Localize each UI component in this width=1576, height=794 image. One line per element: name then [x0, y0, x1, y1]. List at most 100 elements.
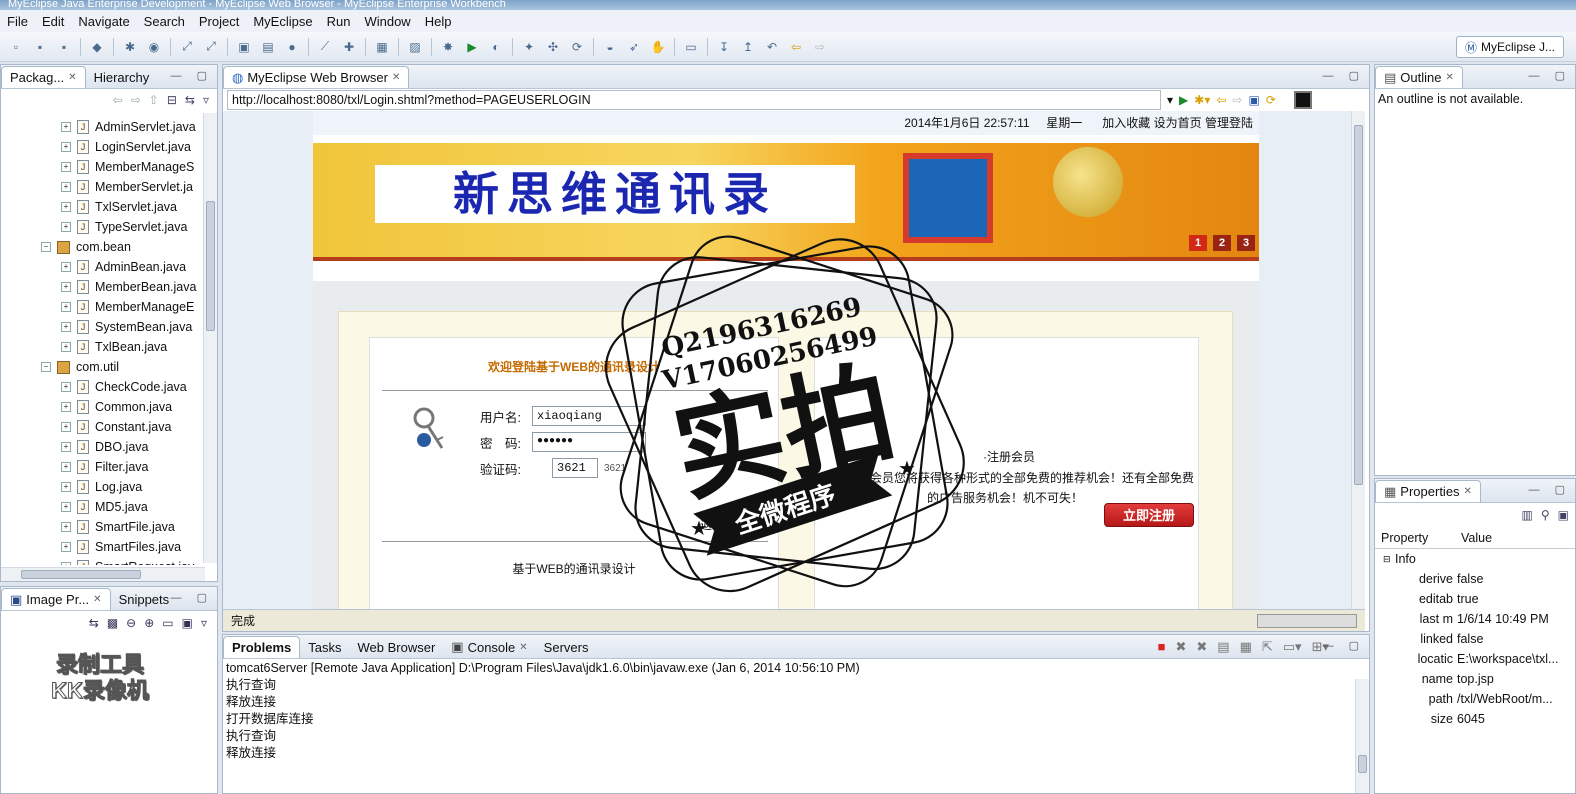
expand-icon[interactable]: + — [61, 282, 71, 292]
browser-scrollbar[interactable] — [1351, 111, 1365, 621]
remove-launch-icon[interactable]: ✖ — [1175, 639, 1186, 655]
close-icon[interactable]: ✕ — [93, 594, 101, 605]
go-icon[interactable]: ▶ — [1179, 93, 1188, 107]
up-icon[interactable]: ⇧ — [149, 93, 159, 107]
close-icon[interactable]: ✕ — [519, 642, 527, 653]
terminate-icon[interactable]: ■ — [1158, 639, 1166, 655]
forward-nav-icon[interactable]: ⇨ — [131, 93, 141, 107]
expand-icon[interactable]: + — [61, 562, 71, 565]
menu-search[interactable]: Search — [137, 14, 192, 29]
rocket-icon[interactable]: ➶ — [625, 38, 643, 56]
web-icon[interactable]: ▣ — [235, 38, 253, 56]
external-tools-icon[interactable]: ◐ — [487, 38, 505, 56]
tree-file[interactable]: + J SmartRequest.jav — [61, 557, 203, 565]
expand-icon[interactable]: − — [41, 362, 51, 372]
expand-icon[interactable]: + — [61, 482, 71, 492]
prev-annotation-icon[interactable]: ↥ — [739, 38, 757, 56]
tab-console[interactable]: ▣ Console ✕ — [443, 636, 535, 658]
tab-problems[interactable]: Problems — [223, 636, 301, 658]
pin-console-icon[interactable]: ⇱ — [1262, 639, 1273, 655]
property-row[interactable]: derive false — [1375, 569, 1575, 589]
stop-icon[interactable]: ▣ — [1248, 93, 1259, 107]
ejb-icon[interactable]: ⟋ — [316, 38, 334, 56]
perspective-button[interactable]: Ⓜ MyEclipse J... — [1455, 36, 1564, 58]
defaults-icon[interactable]: ▣ — [1558, 508, 1569, 522]
close-icon[interactable]: ✕ — [68, 72, 76, 83]
categories-icon[interactable]: ▥ — [1522, 508, 1533, 522]
tree-file[interactable]: + J MemberBean.java — [61, 277, 203, 297]
close-icon[interactable]: ✕ — [392, 72, 400, 83]
banner-page-2[interactable]: 2 — [1213, 235, 1231, 251]
view-menu-icon[interactable]: ▿ — [201, 616, 207, 630]
fit-window-icon[interactable]: ▣ — [182, 616, 193, 630]
menu-project[interactable]: Project — [192, 14, 246, 29]
remove-all-icon[interactable]: ✖ — [1196, 639, 1207, 655]
tree-file[interactable]: + J DBO.java — [61, 437, 203, 457]
clear-console-icon[interactable]: ▤ — [1217, 639, 1229, 655]
forward-icon[interactable]: ⇨ — [811, 38, 829, 56]
expand-icon[interactable]: + — [61, 502, 71, 512]
zoom-in-icon[interactable]: ⊕ — [144, 616, 154, 630]
debug-icon[interactable]: ✱ — [121, 38, 139, 56]
expand-icon[interactable]: + — [61, 302, 71, 312]
folder-icon[interactable]: ▭ — [682, 38, 700, 56]
scroll-lock-icon[interactable]: ▦ — [1240, 639, 1252, 655]
tree-file[interactable]: + J MemberManageS — [61, 157, 203, 177]
new-class-icon[interactable]: ✣ — [544, 38, 562, 56]
tree-file[interactable]: + J Common.java — [61, 397, 203, 417]
view-menu-icon[interactable]: ▿ — [203, 93, 209, 107]
expand-icon[interactable]: + — [61, 402, 71, 412]
expand-icon[interactable]: + — [61, 262, 71, 272]
tree-file[interactable]: + J AdminServlet.java — [61, 117, 203, 137]
captcha-input[interactable]: 3621 — [552, 458, 598, 478]
add-favorite-link[interactable]: 加入收藏 — [1102, 116, 1150, 130]
close-icon[interactable]: ✕ — [1446, 72, 1454, 83]
expand-icon[interactable]: + — [61, 322, 71, 332]
expand-icon[interactable]: + — [61, 342, 71, 352]
close-icon[interactable]: ✕ — [1464, 486, 1472, 497]
tree-file[interactable]: + J CheckCode.java — [61, 377, 203, 397]
window-controls[interactable]: — ▢ — [171, 591, 213, 604]
sync-icon[interactable]: ⇆ — [89, 616, 99, 630]
window-controls[interactable]: — ▢ — [1529, 483, 1571, 496]
property-row[interactable]: linked false — [1375, 629, 1575, 649]
menu-navigate[interactable]: Navigate — [71, 14, 136, 29]
hand-icon[interactable]: ✋ — [649, 38, 667, 56]
expand-icon[interactable]: + — [61, 442, 71, 452]
fit-icon[interactable]: ▩ — [107, 616, 118, 630]
zoom-out-icon[interactable]: ⊖ — [126, 616, 136, 630]
tab-image-preview[interactable]: ▣ Image Pr... ✕ — [1, 588, 111, 610]
save-icon[interactable]: ▪ — [31, 38, 49, 56]
register-button[interactable]: 立即注册 — [1104, 503, 1194, 527]
refresh-icon[interactable]: ⟳ — [1266, 93, 1276, 107]
open-type-icon[interactable]: ◒ — [601, 38, 619, 56]
screen-icon[interactable] — [1293, 91, 1312, 109]
menu-run[interactable]: Run — [320, 14, 358, 29]
expand-icon[interactable]: + — [61, 122, 71, 132]
property-row[interactable]: last m 1/6/14 10:49 PM — [1375, 609, 1575, 629]
tree-file[interactable]: + J Filter.java — [61, 457, 203, 477]
set-homepage-link[interactable]: 设为首页 — [1154, 116, 1202, 130]
menu-edit[interactable]: Edit — [35, 14, 71, 29]
tree-file[interactable]: + J SmartFile.java — [61, 517, 203, 537]
tab-web-browser[interactable]: ◍ MyEclipse Web Browser ✕ — [223, 66, 410, 88]
redeploy-icon[interactable]: ⤢ — [202, 38, 220, 56]
tree-file[interactable]: + J TxlBean.java — [61, 337, 203, 357]
window-controls[interactable]: — ▢ — [1529, 69, 1571, 82]
tree-file[interactable]: + J SmartFiles.java — [61, 537, 203, 557]
filter-icon[interactable]: ⚲ — [1541, 508, 1550, 522]
expand-icon[interactable]: + — [61, 542, 71, 552]
menu-file[interactable]: File — [0, 14, 35, 29]
new-icon[interactable]: ▫ — [7, 38, 25, 56]
password-input[interactable]: ●●●●●● — [532, 432, 646, 452]
package-icon[interactable]: ◆ — [88, 38, 106, 56]
last-edit-icon[interactable]: ↶ — [763, 38, 781, 56]
console-scrollbar[interactable] — [1355, 679, 1369, 793]
server-icon[interactable]: ◉ — [145, 38, 163, 56]
expand-icon[interactable]: + — [61, 142, 71, 152]
menu-help[interactable]: Help — [418, 14, 459, 29]
tree-file[interactable]: + J MemberServlet.ja — [61, 177, 203, 197]
tree-package[interactable]: − com.bean — [41, 237, 203, 257]
expand-icon[interactable]: + — [61, 222, 71, 232]
expand-icon[interactable]: + — [61, 162, 71, 172]
